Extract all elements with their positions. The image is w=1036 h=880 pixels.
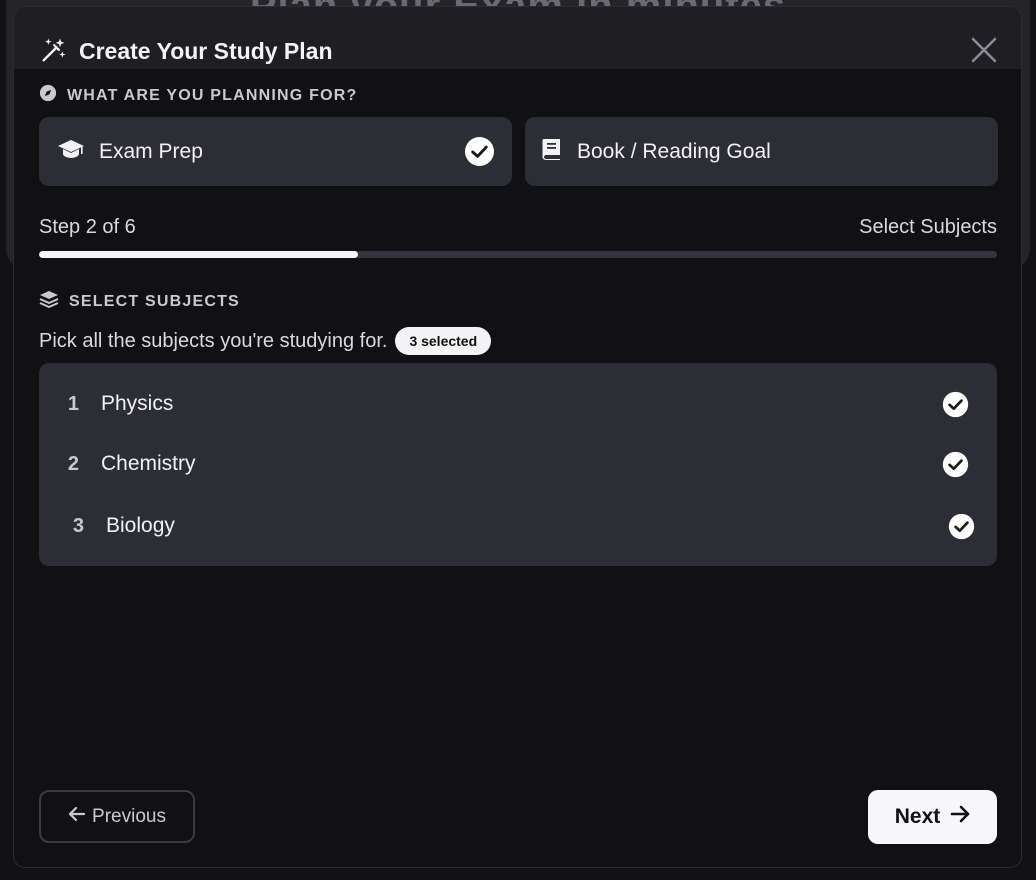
graduation-cap-icon	[57, 137, 85, 166]
subject-name: Chemistry	[101, 452, 196, 475]
subject-number: 1	[67, 392, 79, 415]
subject-number: 2	[67, 452, 79, 475]
previous-button[interactable]: Previous	[39, 790, 195, 843]
step-name: Select Subjects	[859, 216, 997, 238]
previous-button-label: Previous	[92, 805, 166, 827]
layers-icon	[39, 290, 59, 313]
book-icon	[541, 137, 563, 166]
next-button-label: Next	[894, 805, 941, 828]
subject-name: Physics	[101, 392, 174, 415]
close-button[interactable]	[969, 35, 999, 65]
planning-section-label: WHAT ARE YOU PLANNING FOR?	[39, 84, 357, 107]
check-circle-icon	[464, 136, 495, 172]
step-indicator: Step 2 of 6 Select Subjects	[39, 216, 997, 239]
close-icon	[971, 37, 997, 63]
subjects-section-text: SELECT SUBJECTS	[69, 292, 240, 310]
modal-title: Create Your Study Plan	[79, 37, 333, 64]
selected-count-badge: 3 selected	[395, 327, 492, 355]
option-exam-prep-label: Exam Prep	[99, 139, 203, 163]
check-circle-icon	[948, 513, 975, 545]
arrow-right-icon	[950, 805, 970, 829]
next-button[interactable]: Next	[868, 790, 997, 844]
subject-item-physics[interactable]: 1 Physics	[39, 379, 997, 429]
subject-item-chemistry[interactable]: 2 Chemistry	[39, 439, 997, 489]
magic-wand-icon	[39, 37, 67, 65]
option-book-reading-goal[interactable]: Book / Reading Goal	[525, 117, 998, 186]
study-plan-modal: Create Your Study Plan WHAT ARE YOU PLAN…	[13, 6, 1022, 868]
progress-bar-fill	[39, 251, 358, 258]
planning-section-text: WHAT ARE YOU PLANNING FOR?	[67, 86, 358, 104]
progress-bar	[39, 251, 997, 258]
subjects-prompt-row: Pick all the subjects you're studying fo…	[39, 327, 492, 355]
compass-icon	[39, 84, 57, 107]
check-circle-icon	[942, 451, 969, 483]
option-book-reading-goal-label: Book / Reading Goal	[577, 139, 771, 163]
subject-item-biology[interactable]: 3 Biology	[39, 501, 997, 551]
subjects-list: 1 Physics 2 Chemistry 3 Biology	[39, 363, 997, 566]
subject-name: Biology	[106, 514, 175, 537]
subject-number: 3	[72, 514, 84, 537]
subjects-prompt: Pick all the subjects you're studying fo…	[39, 329, 388, 352]
step-count: Step 2 of 6	[39, 216, 136, 238]
option-exam-prep[interactable]: Exam Prep	[39, 117, 512, 186]
arrow-left-icon	[68, 806, 86, 828]
modal-title-group: Create Your Study Plan	[39, 37, 333, 65]
check-circle-icon	[942, 391, 969, 423]
subjects-section-label: SELECT SUBJECTS	[39, 290, 240, 313]
